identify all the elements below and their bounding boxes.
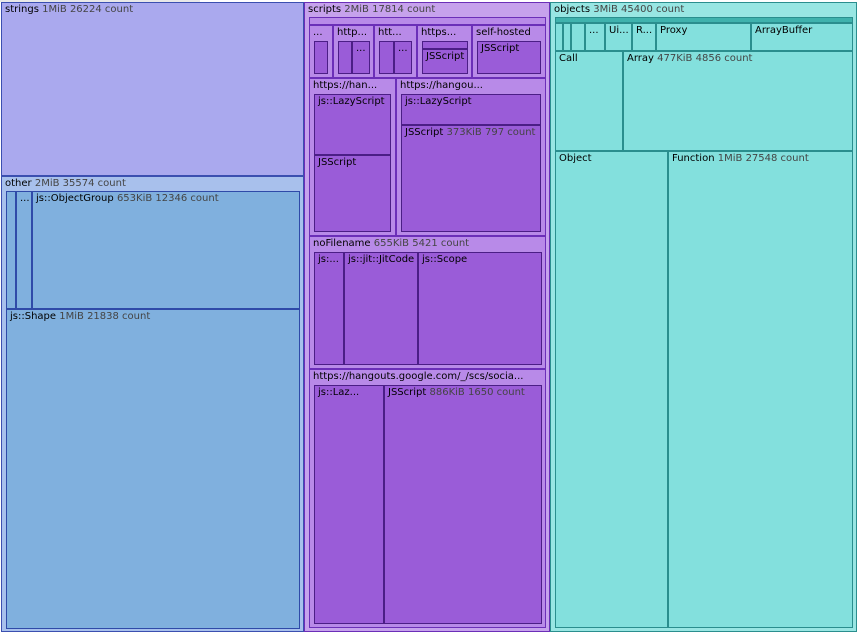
treemap-leaf-function[interactable]: Function 1MiB 27548 count <box>668 151 853 628</box>
node-label: htt... <box>378 27 402 38</box>
node-label: Ui... <box>609 25 629 36</box>
node-label: other 2MiB 35574 count <box>5 178 126 189</box>
treemap-leaf-object[interactable]: Object <box>555 151 668 628</box>
treemap-node-han1[interactable]: https://han... js::LazyScript JSScript <box>309 78 396 236</box>
node-label: https://hangou... <box>400 80 483 91</box>
node-label: ArrayBuffer <box>755 25 813 36</box>
treemap-node-nofilename[interactable]: noFilename 655KiB 5421 count js:... js::… <box>309 236 546 369</box>
treemap-node-script-https[interactable]: https... JSScript <box>417 25 472 78</box>
node-label: js::ObjectGroup 653KiB 12346 count <box>36 193 219 204</box>
node-label: JSScript <box>318 157 357 168</box>
node-label: scripts 2MiB 17814 count <box>308 4 436 15</box>
node-label: Object <box>559 153 592 164</box>
node-label: Array 477KiB 4856 count <box>627 53 753 64</box>
node-label: js::LazyScript <box>318 96 385 107</box>
node-label: js::Laz... <box>318 387 360 398</box>
treemap-node-hangouts[interactable]: https://hangouts.google.com/_/scs/socia.… <box>309 369 546 628</box>
treemap-node-other-small1[interactable] <box>6 191 16 309</box>
treemap-leaf-jsscript[interactable]: JSScript 886KiB 1650 count <box>384 385 542 624</box>
node-label: js::LazyScript <box>405 96 472 107</box>
treemap-leaf-array[interactable]: Array 477KiB 4856 count <box>623 51 853 151</box>
node-label: Proxy <box>660 25 688 36</box>
treemap-leaf-tiny1[interactable] <box>555 23 563 51</box>
node-label: https://han... <box>313 80 378 91</box>
node-label: https... <box>421 27 457 38</box>
node-label: JSScript <box>481 43 520 54</box>
treemap-leaf-proxy[interactable]: Proxy <box>656 23 751 51</box>
node-label: ... <box>20 193 30 204</box>
treemap-node-shape[interactable]: js::Shape 1MiB 21838 count <box>6 309 300 629</box>
node-label: JSScript <box>426 51 465 62</box>
treemap-node-script-htt[interactable]: htt... ... <box>374 25 417 78</box>
node-label: noFilename 655KiB 5421 count <box>313 238 470 249</box>
treemap-leaf-call[interactable]: Call <box>555 51 623 151</box>
treemap-leaf-js[interactable]: js:... <box>314 252 344 365</box>
treemap-leaf[interactable] <box>338 41 352 74</box>
treemap-leaf-ellipsis[interactable]: ... <box>352 41 370 74</box>
node-label: objects 3MiB 45400 count <box>554 4 685 15</box>
treemap-leaf-ui[interactable]: Ui... <box>605 23 632 51</box>
treemap-node-script-a[interactable]: ... <box>309 25 333 78</box>
treemap-leaf[interactable] <box>314 41 328 74</box>
treemap-leaf-lazyscript[interactable]: js::Laz... <box>314 385 384 624</box>
treemap-node-strings[interactable]: strings 1MiB 26224 count <box>1 2 304 176</box>
treemap-leaf-jsscript[interactable]: JSScript <box>314 155 391 232</box>
node-label: ... <box>313 27 323 38</box>
treemap-leaf-scope[interactable]: js::Scope <box>418 252 542 365</box>
node-label: JSScript 373KiB 797 count <box>405 127 536 138</box>
treemap-leaf-tiny3[interactable] <box>571 23 585 51</box>
node-label: Call <box>559 53 578 64</box>
treemap-leaf-ellipsis[interactable]: ... <box>394 41 412 74</box>
node-label: js::Scope <box>422 254 468 265</box>
treemap-leaf-lazyscript[interactable]: js::LazyScript <box>314 94 391 155</box>
node-label: Function 1MiB 27548 count <box>672 153 809 164</box>
treemap-node-han2[interactable]: https://hangou... js::LazyScript JSScrip… <box>396 78 546 236</box>
treemap-node-objects[interactable]: objects 3MiB 45400 count ... Ui... R... … <box>550 2 857 632</box>
treemap-node-scripts-ribbon[interactable] <box>309 17 546 25</box>
treemap-leaf-arraybuffer[interactable]: ArrayBuffer <box>751 23 853 51</box>
treemap-leaf-tiny2[interactable] <box>563 23 571 51</box>
treemap-node-object-group[interactable]: js::ObjectGroup 653KiB 12346 count <box>32 191 300 309</box>
treemap-node-scripts[interactable]: scripts 2MiB 17814 count ... http... ...… <box>304 2 550 632</box>
treemap-node-other[interactable]: other 2MiB 35574 count ... js::ObjectGro… <box>1 176 304 632</box>
treemap-leaf-r[interactable]: R... <box>632 23 656 51</box>
node-label: ... <box>398 43 408 54</box>
node-label: self-hosted <box>476 27 531 38</box>
node-label: js::Shape 1MiB 21838 count <box>10 311 151 322</box>
treemap-leaf[interactable] <box>379 41 394 74</box>
treemap-node-script-http[interactable]: http... ... <box>333 25 374 78</box>
node-label: js::jit::JitCode <box>348 254 415 265</box>
treemap-leaf-lazyscript[interactable]: js::LazyScript <box>401 94 541 125</box>
node-label: https://hangouts.google.com/_/scs/socia.… <box>313 371 524 382</box>
treemap-leaf-jsscript[interactable]: JSScript <box>422 49 468 74</box>
node-label: ... <box>356 43 366 54</box>
node-label: R... <box>636 25 653 36</box>
treemap-node-self-hosted[interactable]: self-hosted JSScript <box>472 25 546 78</box>
node-label: strings 1MiB 26224 count <box>5 4 134 15</box>
treemap-node-other-ellipsis[interactable]: ... <box>16 191 32 309</box>
treemap-leaf-ellipsis[interactable]: ... <box>585 23 605 51</box>
treemap-leaf-jsscript[interactable]: JSScript <box>477 41 541 74</box>
node-label: js:... <box>318 254 339 265</box>
node-label: JSScript 886KiB 1650 count <box>388 387 525 398</box>
node-label: ... <box>589 25 599 36</box>
node-label: http... <box>337 27 368 38</box>
treemap-leaf[interactable] <box>422 41 468 49</box>
treemap-leaf-jitcode[interactable]: js::jit::JitCode <box>344 252 418 365</box>
treemap-leaf-jsscript[interactable]: JSScript 373KiB 797 count <box>401 125 541 232</box>
